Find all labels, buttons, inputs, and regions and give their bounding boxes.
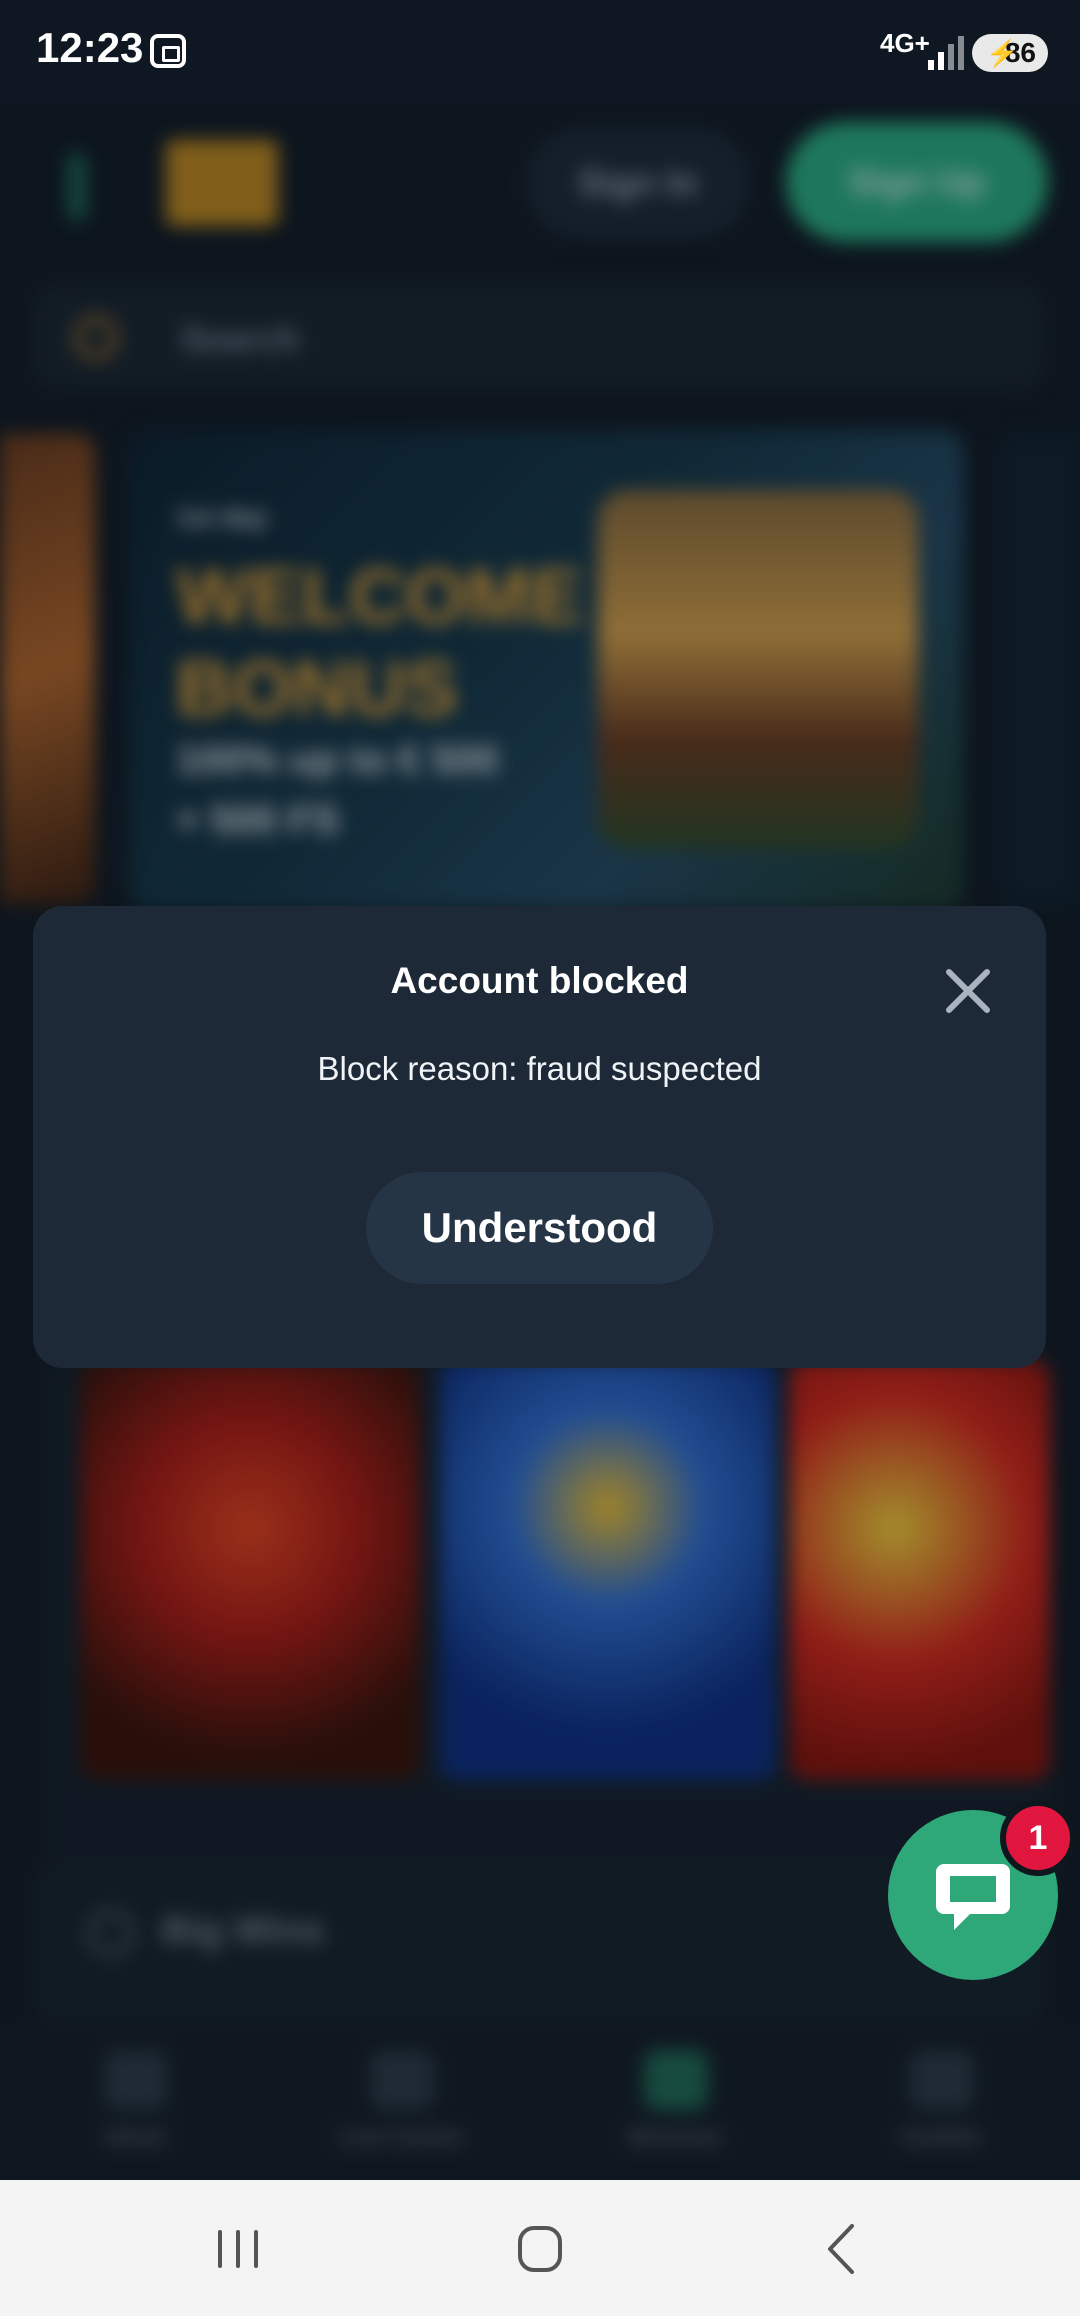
close-icon[interactable] bbox=[941, 964, 995, 1018]
recent-apps-icon[interactable] bbox=[198, 2214, 278, 2284]
chat-bubble-icon bbox=[936, 1864, 1010, 1930]
network-type: 4G+ bbox=[880, 28, 930, 58]
screenshot-icon bbox=[150, 34, 186, 68]
back-icon[interactable] bbox=[802, 2214, 882, 2284]
charging-icon: ⚡ bbox=[986, 38, 1019, 68]
account-blocked-dialog: Account blocked Block reason: fraud susp… bbox=[33, 906, 1046, 1368]
chat-notification-badge: 1 bbox=[1000, 1800, 1076, 1876]
status-time: 12:23 bbox=[36, 24, 144, 71]
battery-indicator: ⚡ 86 bbox=[972, 34, 1048, 72]
dialog-title: Account blocked bbox=[390, 960, 689, 1001]
understood-button[interactable]: Understood bbox=[366, 1172, 713, 1284]
system-navigation-bar bbox=[0, 2180, 1080, 2316]
signal-icon bbox=[928, 36, 964, 70]
dialog-message: Block reason: fraud suspected bbox=[317, 1050, 762, 1087]
home-button-icon[interactable] bbox=[500, 2214, 580, 2284]
status-bar: 12:23 4G+ ⚡ 86 bbox=[0, 0, 1080, 104]
